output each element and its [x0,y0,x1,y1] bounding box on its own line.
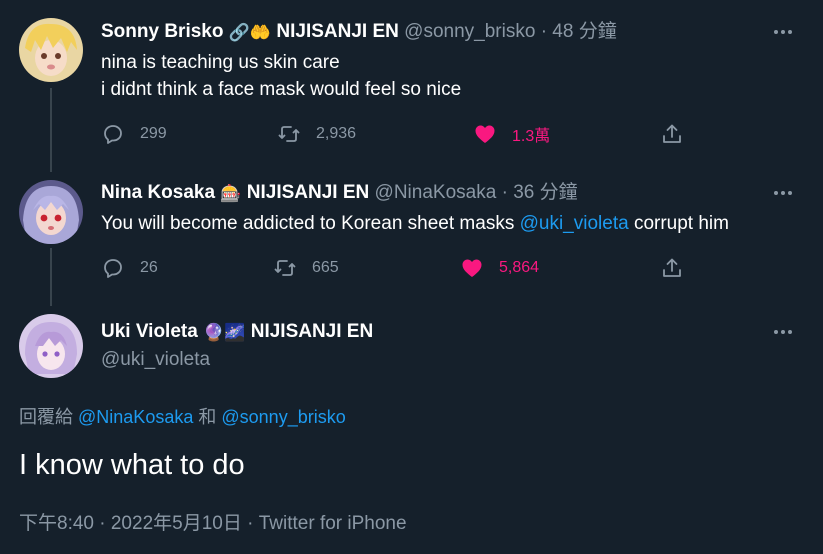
replying-and: 和 [198,407,217,427]
org-name: NIJISANJI EN [250,321,374,342]
mention-link[interactable]: @sonny_brisko [221,407,345,427]
display-name[interactable]: Uki Violeta [101,321,198,342]
replying-label: 回覆給 [19,407,73,427]
main-tweet-text: I know what to do [19,449,245,481]
mention-link[interactable]: @NinaKosaka [78,407,193,427]
handle[interactable]: @uki_violeta [101,348,210,372]
tweet-main: Uki Violeta 🔮🌌 NIJISANJI EN @uki_violeta… [0,0,823,554]
more-icon[interactable] [771,320,795,344]
avatar-uki[interactable] [19,314,83,378]
tweet-timestamp[interactable]: 下午8:40 · 2022年5月10日 · Twitter for iPhone [19,508,407,535]
replying-to: 回覆給 @NinaKosaka 和 @sonny_brisko [19,403,346,429]
tweet-header: Uki Violeta 🔮🌌 NIJISANJI EN [101,320,373,345]
name-emojis: 🔮🌌 [203,323,246,343]
